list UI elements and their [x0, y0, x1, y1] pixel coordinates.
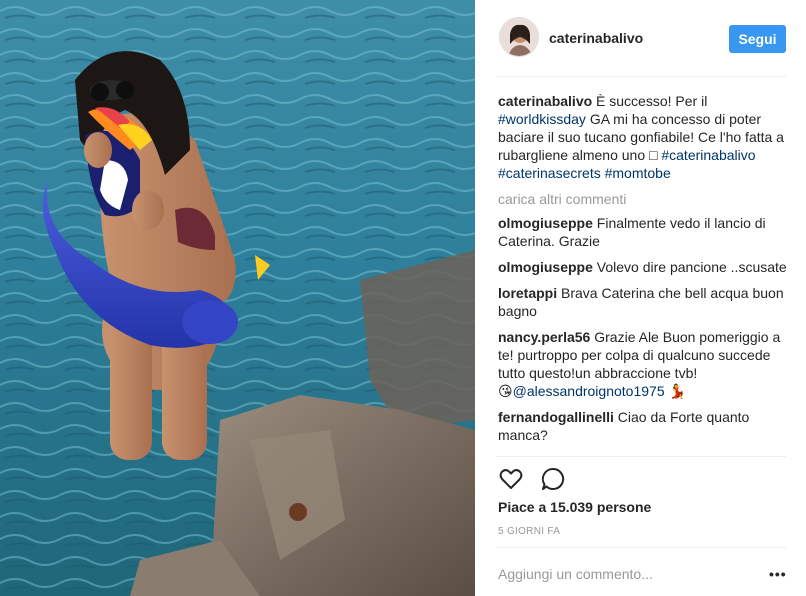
comment-bubble-icon[interactable]	[540, 466, 566, 492]
action-bar	[498, 466, 566, 492]
hashtag-link[interactable]: #momtobe	[605, 165, 671, 181]
comment-text: Volevo dire pancione ..scusate	[592, 259, 787, 275]
header-divider	[497, 76, 786, 77]
load-more-comments-link[interactable]: carica altri commenti	[498, 190, 788, 208]
comment-username[interactable]: olmogiuseppe	[498, 215, 593, 231]
hashtag-link[interactable]: #worldkissday	[498, 111, 586, 127]
profile-avatar[interactable]	[499, 17, 539, 57]
comment: olmogiuseppe Volevo dire pancione ..scus…	[498, 258, 788, 276]
post-username[interactable]: caterinabalivo	[549, 30, 643, 46]
comment-username[interactable]: fernandogallinelli	[498, 409, 614, 425]
hashtag-link[interactable]: #caterinabalivo	[661, 147, 755, 163]
comment-username[interactable]: nancy.perla56	[498, 329, 590, 345]
comment-username[interactable]: loretappi	[498, 285, 557, 301]
add-comment-divider	[497, 547, 786, 548]
add-comment-input[interactable]: Aggiungi un commento...	[498, 566, 653, 582]
photo-illustration	[0, 0, 475, 596]
likes-count[interactable]: Piace a 15.039 persone	[498, 499, 651, 515]
more-options-icon[interactable]: •••	[769, 566, 787, 582]
comment: loretappi Brava Caterina che bell acqua …	[498, 284, 788, 320]
post-timestamp[interactable]: 5 GIORNI FA	[498, 526, 560, 537]
hashtag-link[interactable]: #caterinasecrets	[498, 165, 601, 181]
comment: fernandogallinelli Ciao da Forte quanto …	[498, 408, 788, 444]
comment: olmogiuseppe Finalmente vedo il lancio d…	[498, 214, 788, 250]
heart-icon[interactable]	[498, 466, 524, 492]
kiss-emoji: 😘	[498, 383, 513, 399]
comment: nancy.perla56 Grazie Ale Buon pomeriggio…	[498, 328, 788, 400]
follow-button[interactable]: Segui	[729, 25, 786, 53]
avatar-image	[500, 18, 538, 56]
caption-username[interactable]: caterinabalivo	[498, 93, 592, 109]
caption-text-a: È successo! Per il	[592, 93, 708, 109]
comments-divider	[497, 456, 786, 457]
post-photo[interactable]	[0, 0, 475, 596]
instagram-post: caterinabalivo Segui caterinabalivo È su…	[0, 0, 806, 596]
dancer-emoji: 💃	[668, 383, 686, 399]
mention-link[interactable]: @alessandroignoto1975	[513, 383, 665, 399]
comments-list: caterinabalivo È successo! Per il #world…	[498, 92, 788, 452]
comment-username[interactable]: olmogiuseppe	[498, 259, 593, 275]
caption: caterinabalivo È successo! Per il #world…	[498, 92, 788, 182]
emoji-placeholder: □	[649, 147, 658, 163]
